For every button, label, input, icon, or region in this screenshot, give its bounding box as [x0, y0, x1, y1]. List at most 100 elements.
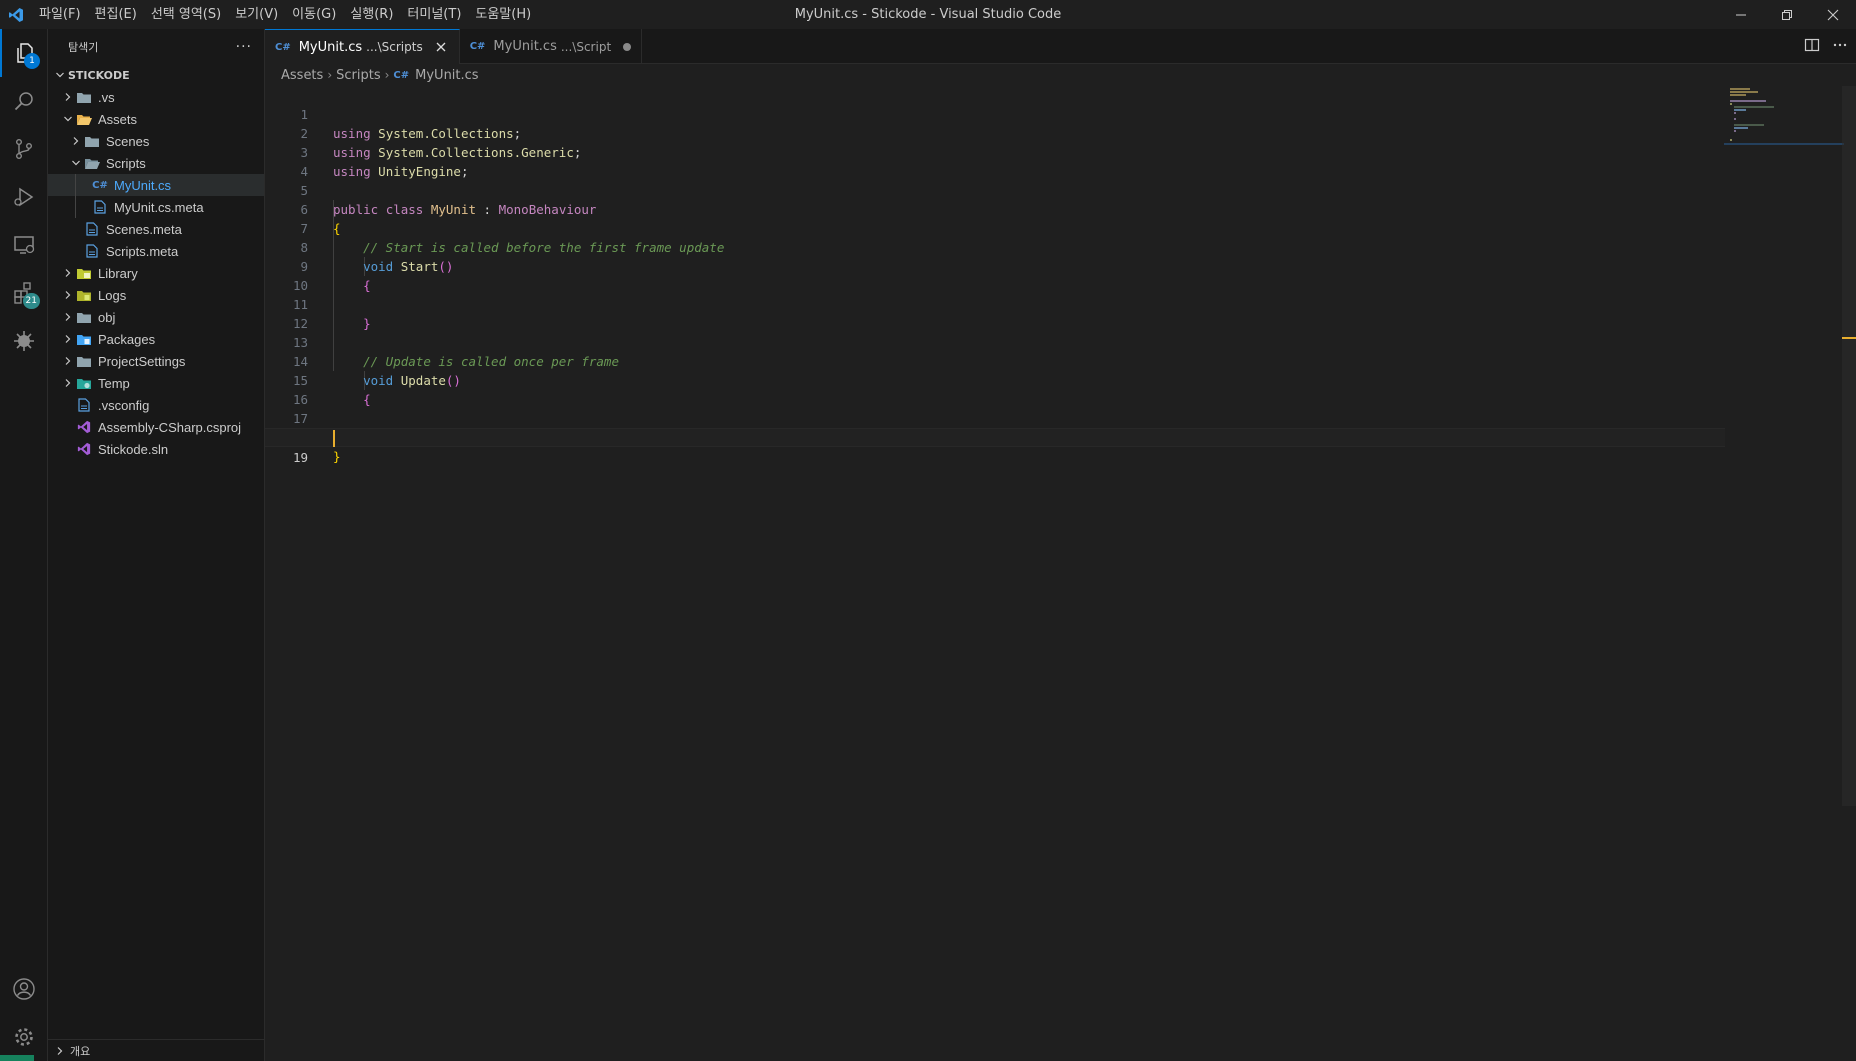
- tree-item-csproj[interactable]: Assembly-CSharp.csproj: [48, 416, 264, 438]
- vscode-logo-icon[interactable]: [0, 0, 32, 29]
- folder-open-icon: [76, 108, 92, 130]
- tree-item-vsconfig[interactable]: .vsconfig: [48, 394, 264, 416]
- scrollbar-cursor-marker: [1842, 337, 1856, 339]
- tree-item-packages[interactable]: Packages: [48, 328, 264, 350]
- menu-terminal[interactable]: 터미널(T): [400, 0, 468, 29]
- status-strip: [0, 1055, 34, 1061]
- manage-activity[interactable]: [0, 1013, 48, 1061]
- tab-description: ...\Scripts: [366, 40, 423, 54]
- menu-go[interactable]: 이동(G): [285, 0, 343, 29]
- tree-item-library[interactable]: Library: [48, 262, 264, 284]
- unity-extension-activity[interactable]: [0, 317, 48, 365]
- workspace-section[interactable]: STICKODE: [48, 64, 264, 86]
- tab-label: MyUnit.cs: [298, 39, 363, 55]
- more-actions-icon[interactable]: [1832, 37, 1848, 57]
- menu-edit[interactable]: 편집(E): [88, 0, 144, 29]
- more-actions-button[interactable]: ···: [236, 39, 252, 55]
- explorer-activity[interactable]: 1: [0, 29, 48, 77]
- source-control-activity[interactable]: [0, 125, 48, 173]
- source-control-icon: [15, 139, 32, 160]
- outline-label: 개요: [70, 1044, 91, 1058]
- sidebar-title: 탐색기: [68, 40, 99, 54]
- activity-bar: 1 21: [0, 29, 48, 1061]
- chevron-down-icon: [68, 152, 84, 174]
- close-icon[interactable]: [433, 42, 449, 52]
- explorer-sidebar: 탐색기 ··· STICKODE .vs Assets Scenes Scrip…: [48, 29, 265, 1061]
- extensions-badge: 21: [22, 293, 40, 309]
- code-editor[interactable]: 1 using System.Collections; 2 using Syst…: [265, 86, 1725, 686]
- tree-label: Stickode.sln: [98, 441, 169, 457]
- search-activity[interactable]: [0, 77, 48, 125]
- close-icon: [1827, 9, 1839, 20]
- breadcrumb-item[interactable]: Assets: [281, 68, 323, 83]
- tree-item-obj[interactable]: obj: [48, 306, 264, 328]
- vertical-scrollbar[interactable]: [1842, 86, 1856, 806]
- line-number: 19: [292, 450, 308, 465]
- breadcrumb-item[interactable]: Scripts: [336, 68, 380, 83]
- chevron-right-icon: ›: [384, 68, 390, 82]
- tree-label: obj: [98, 309, 116, 325]
- code-line: 4: [265, 143, 1725, 179]
- unsaved-dot-icon[interactable]: [623, 42, 632, 51]
- tree-item-projectsettings[interactable]: ProjectSettings: [48, 350, 264, 372]
- tree-item-myunit-meta[interactable]: MyUnit.cs.meta: [48, 196, 264, 218]
- tab-myunit-active[interactable]: C# MyUnit.cs ...\Scripts: [265, 29, 460, 64]
- tree-label: Scenes: [106, 133, 150, 149]
- tree-item-assets[interactable]: Assets: [48, 108, 264, 130]
- split-editor-icon[interactable]: [1804, 37, 1820, 57]
- tree-item-scenes[interactable]: Scenes: [48, 130, 264, 152]
- restore-button[interactable]: [1764, 0, 1810, 29]
- menu-selection[interactable]: 선택 영역(S): [144, 0, 228, 29]
- minimap[interactable]: [1724, 86, 1844, 146]
- outline-section[interactable]: 개요: [48, 1039, 264, 1061]
- visual-studio-icon: [76, 416, 92, 438]
- menu-view[interactable]: 보기(V): [228, 0, 285, 29]
- breadcrumb-file[interactable]: MyUnit.cs: [415, 68, 478, 83]
- csharp-file-icon: C#: [275, 41, 291, 53]
- tree-item-temp[interactable]: Temp: [48, 372, 264, 394]
- code-line: 15 {: [265, 352, 1725, 407]
- indent-guide: [75, 174, 76, 196]
- code-line: 17 }: [265, 390, 1725, 445]
- tree-label: Scripts.meta: [106, 243, 179, 259]
- csharp-file-icon: C#: [92, 179, 108, 191]
- menu-help[interactable]: 도움말(H): [468, 0, 538, 29]
- tree-item-vs[interactable]: .vs: [48, 86, 264, 108]
- tree-item-scripts[interactable]: Scripts: [48, 152, 264, 174]
- workspace-name: STICKODE: [68, 68, 130, 82]
- tree-item-myunit-cs[interactable]: C# MyUnit.cs: [48, 174, 264, 196]
- file-icon: [84, 218, 100, 240]
- menu-run[interactable]: 실행(R): [343, 0, 400, 29]
- chevron-right-icon: [60, 328, 76, 350]
- visual-studio-icon: [76, 438, 92, 460]
- menu-bar: 파일(F) 편집(E) 선택 영역(S) 보기(V) 이동(G) 실행(R) 터…: [32, 0, 538, 29]
- menu-file[interactable]: 파일(F): [32, 0, 88, 29]
- run-debug-activity[interactable]: [0, 173, 48, 221]
- tree-label: Assembly-CSharp.csproj: [98, 419, 242, 435]
- extensions-activity[interactable]: 21: [0, 269, 48, 317]
- tree-item-sln[interactable]: Stickode.sln: [48, 438, 264, 460]
- gear-icon: [15, 1028, 33, 1046]
- chevron-right-icon: [68, 130, 84, 152]
- code-line: 6 {: [265, 181, 1725, 236]
- tree-item-scripts-meta[interactable]: Scripts.meta: [48, 240, 264, 262]
- tree-item-scenes-meta[interactable]: Scenes.meta: [48, 218, 264, 240]
- code-line: 1 using System.Collections;: [265, 86, 1725, 141]
- accounts-activity[interactable]: [0, 965, 48, 1013]
- tree-label: .vsconfig: [98, 397, 150, 413]
- close-window-button[interactable]: [1810, 0, 1856, 29]
- breadcrumb: Assets › Scripts › C# MyUnit.cs: [265, 64, 1856, 86]
- remote-explorer-activity[interactable]: [0, 221, 48, 269]
- code-line: 14 void Update(): [265, 333, 1725, 388]
- minimize-button[interactable]: [1718, 0, 1764, 29]
- restore-icon: [1782, 9, 1792, 20]
- folder-icon: [76, 350, 92, 372]
- tree-label: Logs: [98, 287, 127, 303]
- tree-item-logs[interactable]: Logs: [48, 284, 264, 306]
- explorer-badge: 1: [24, 53, 40, 69]
- folder-icon: [84, 130, 100, 152]
- tab-myunit-dirty[interactable]: C# MyUnit.cs ...\Script: [460, 29, 643, 64]
- file-icon: [92, 196, 108, 218]
- chevron-down-icon: [52, 70, 68, 80]
- window-controls: [1718, 0, 1856, 29]
